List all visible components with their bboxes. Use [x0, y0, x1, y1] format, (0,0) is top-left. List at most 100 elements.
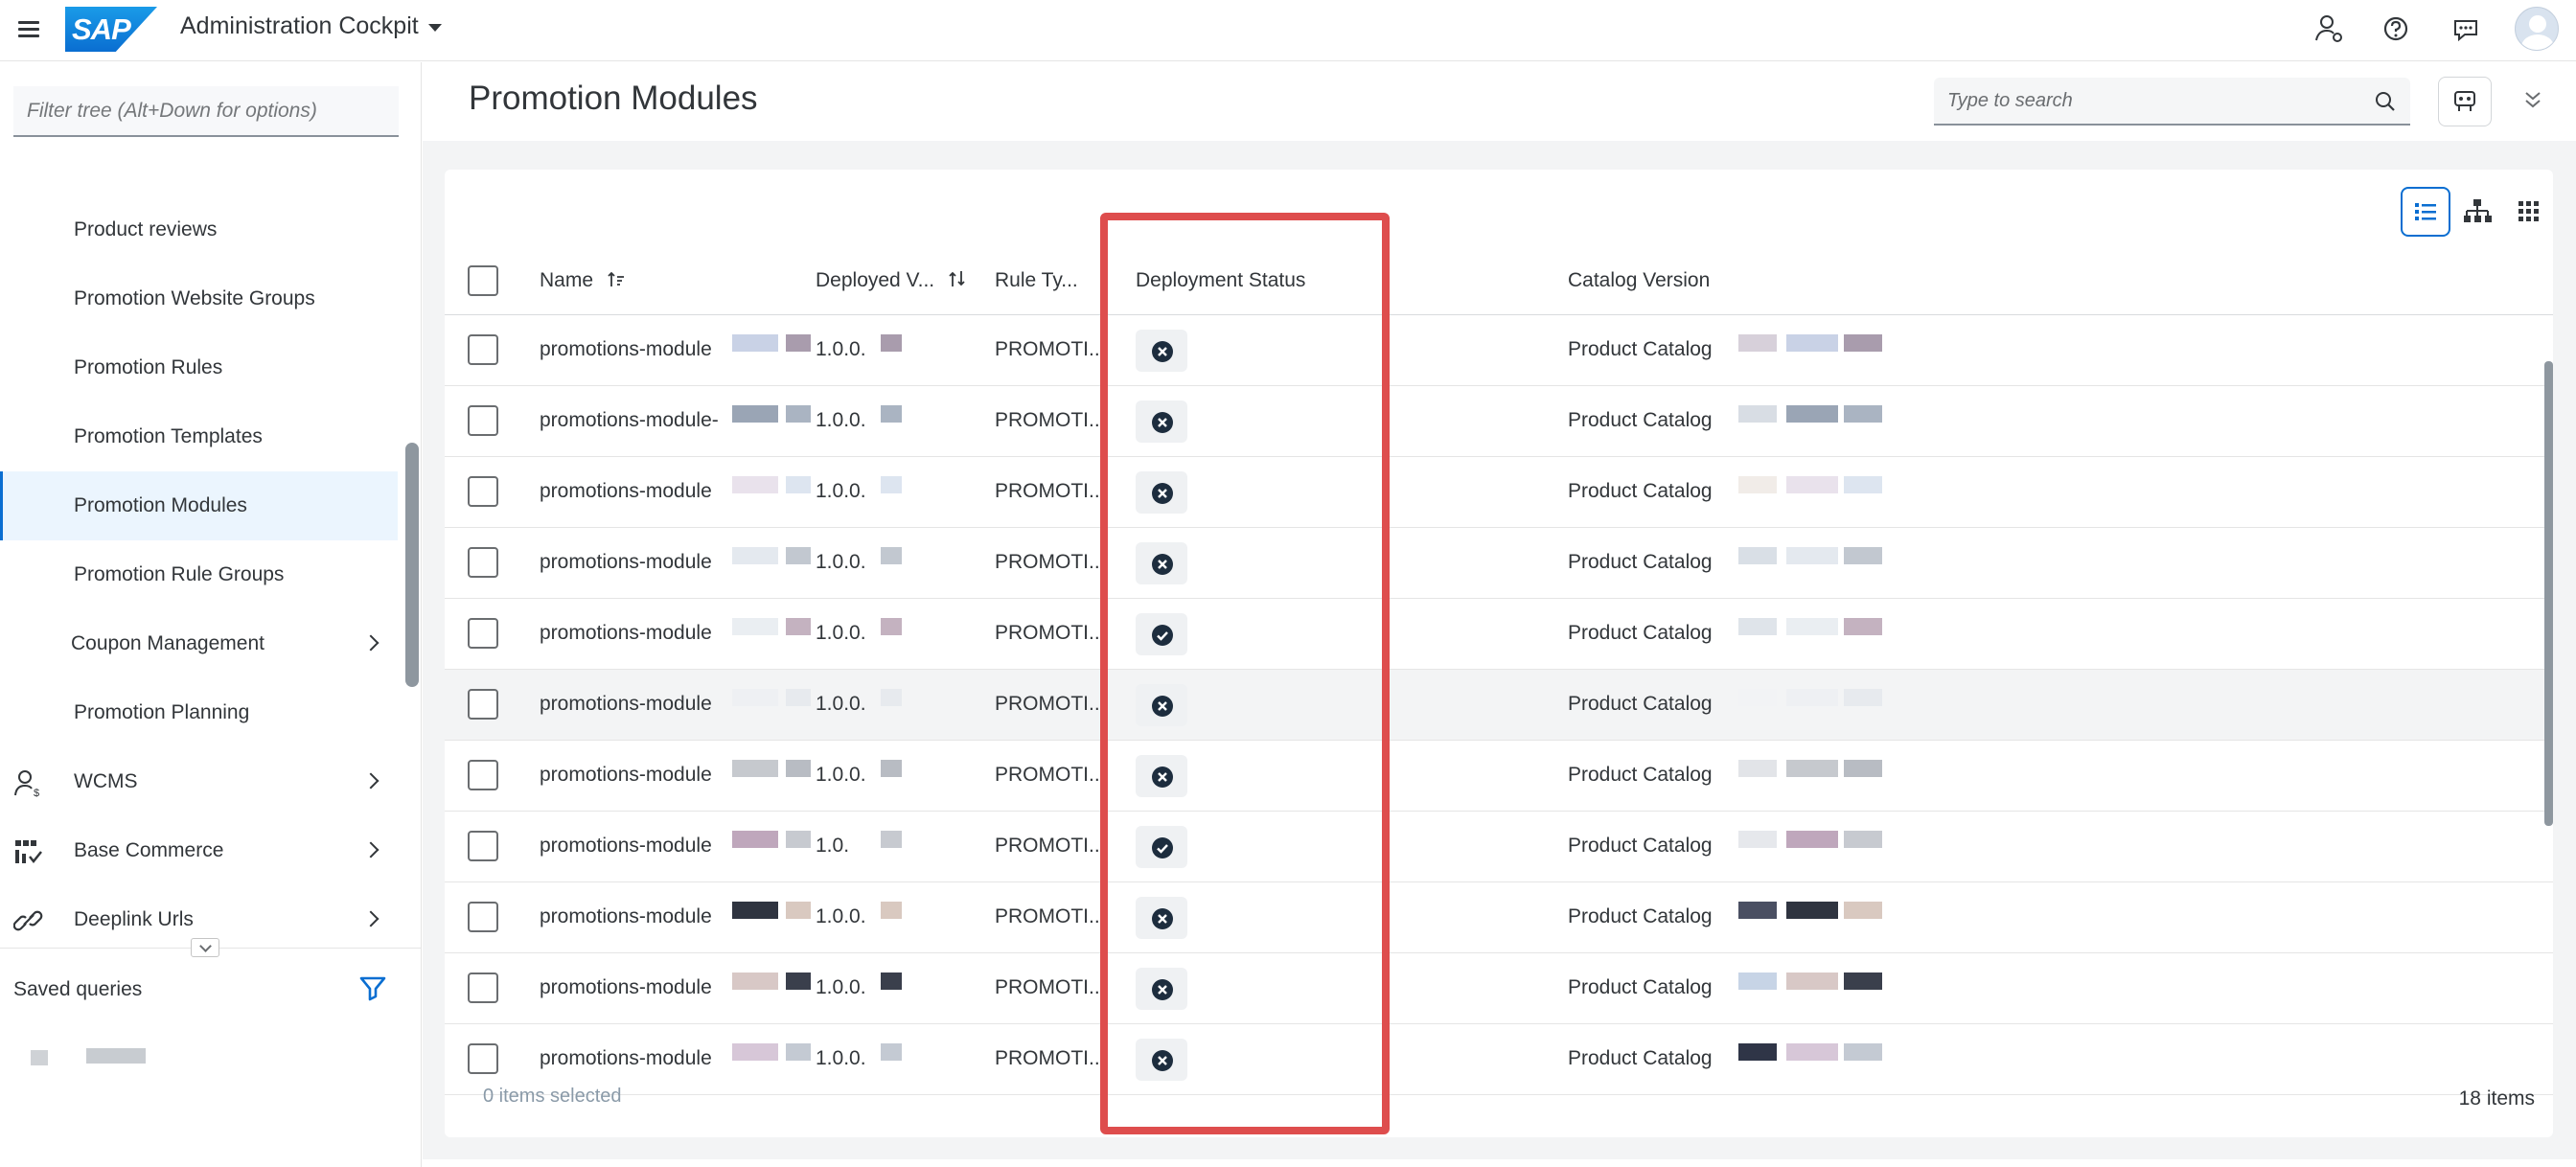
cell-catalog-version: Product Catalog — [1568, 835, 1713, 857]
grid-view-button[interactable] — [2504, 187, 2554, 237]
redacted-text — [1786, 547, 1838, 564]
table-row[interactable]: promotions-module 1.0.0. PROMOTI... Product… — [445, 315, 2553, 386]
row-checkbox[interactable] — [468, 1043, 498, 1074]
row-checkbox[interactable] — [468, 405, 498, 436]
row-checkbox[interactable] — [468, 334, 498, 365]
table-row[interactable]: promotions-module 1.0.0. PROMOTI... Product… — [445, 457, 2553, 528]
row-checkbox[interactable] — [468, 831, 498, 861]
help-icon[interactable] — [2377, 10, 2415, 48]
deployment-status-badge[interactable] — [1136, 330, 1187, 372]
redacted-text — [881, 618, 902, 635]
sort-icon[interactable] — [947, 267, 968, 290]
filter-icon[interactable] — [358, 974, 387, 1001]
tree-item-wcms[interactable]: $ WCMS — [0, 747, 398, 816]
row-checkbox[interactable] — [468, 547, 498, 578]
deployment-status-badge[interactable] — [1136, 1039, 1187, 1081]
cell-deployed-version: 1.0.0. — [816, 409, 866, 431]
cell-deployed-version: 1.0.0. — [816, 622, 866, 644]
tree-item-label: Promotion Templates — [74, 425, 263, 447]
collapse-toggle-button[interactable] — [191, 938, 219, 957]
search-input[interactable] — [1934, 78, 2356, 124]
deployment-status-badge[interactable] — [1136, 613, 1187, 655]
tree-item-promotion-planning[interactable]: Promotion Planning — [0, 678, 398, 747]
tree-item-label: Promotion Rule Groups — [74, 563, 285, 585]
column-header-name[interactable]: Name — [540, 269, 593, 292]
column-header-deployed-version[interactable]: Deployed V... — [816, 269, 934, 292]
table-row[interactable]: promotions-module 1.0. PROMOTI... Product C… — [445, 812, 2553, 882]
table-row[interactable]: promotions-module 1.0.0. PROMOTI... Product… — [445, 741, 2553, 812]
column-header-rule-type[interactable]: Rule Ty... — [995, 269, 1078, 292]
column-header-deployment-status[interactable]: Deployment Status — [1136, 269, 1305, 292]
cell-catalog-version: Product Catalog — [1568, 693, 1713, 715]
chevron-right-icon[interactable] — [362, 634, 380, 652]
table-row[interactable]: promotions-module 1.0.0. PROMOTI... Product… — [445, 670, 2553, 741]
tree-item-base-commerce[interactable]: Base Commerce — [0, 816, 398, 885]
deployment-status-badge[interactable] — [1136, 755, 1187, 797]
table-row[interactable]: promotions-module 1.0.0. PROMOTI... Product… — [445, 528, 2553, 599]
advanced-search-button[interactable] — [2438, 77, 2492, 126]
table-row[interactable]: promotions-module 1.0.0. PROMOTI... Product… — [445, 953, 2553, 1024]
cell-rule-type: PROMOTI... — [995, 409, 1106, 431]
sort-ascending-icon[interactable] — [606, 267, 627, 290]
double-chevron-down-icon[interactable] — [2519, 85, 2546, 114]
redacted-text — [1786, 1043, 1838, 1061]
user-settings-icon[interactable] — [2311, 10, 2349, 48]
redacted-text — [732, 689, 778, 706]
redacted-text — [1844, 972, 1882, 990]
redacted-text — [732, 972, 778, 990]
tree-item-coupon-management[interactable]: Coupon Management — [0, 609, 398, 678]
cell-name: promotions-module — [540, 693, 712, 715]
tree-item-promotion-rule-groups[interactable]: Promotion Rule Groups — [0, 540, 398, 609]
redacted-text — [786, 405, 811, 423]
search-field[interactable] — [1934, 78, 2410, 126]
app-title-menu[interactable]: Administration Cockpit — [180, 12, 442, 40]
row-checkbox[interactable] — [468, 689, 498, 720]
chevron-right-icon[interactable] — [362, 910, 380, 927]
list-view-button[interactable] — [2401, 187, 2450, 237]
menu-icon[interactable] — [16, 16, 41, 41]
row-checkbox[interactable] — [468, 618, 498, 649]
deployment-status-badge[interactable] — [1136, 826, 1187, 868]
deployment-status-badge[interactable] — [1136, 684, 1187, 726]
column-header-catalog-version[interactable]: Catalog Version — [1568, 269, 1710, 292]
row-checkbox[interactable] — [468, 760, 498, 790]
notification-icon[interactable] — [2447, 10, 2485, 48]
row-checkbox[interactable] — [468, 902, 498, 932]
chevron-right-icon[interactable] — [362, 772, 380, 789]
redacted-text — [1786, 618, 1838, 635]
tree-item-promotion-rules[interactable]: Promotion Rules — [0, 333, 398, 402]
nav-scrollbar[interactable] — [405, 443, 419, 687]
select-all-checkbox[interactable] — [468, 265, 498, 296]
deployment-status-badge[interactable] — [1136, 897, 1187, 939]
row-checkbox[interactable] — [468, 972, 498, 1003]
cell-catalog-version: Product Catalog — [1568, 622, 1713, 644]
table-row[interactable]: promotions-module 1.0.0. PROMOTI... Product… — [445, 882, 2553, 953]
filter-tree-input[interactable] — [13, 86, 399, 137]
deployment-status-badge[interactable] — [1136, 471, 1187, 514]
table-scrollbar[interactable] — [2544, 361, 2553, 826]
table-row[interactable]: promotions-module 1.0.0. PROMOTI... Product… — [445, 599, 2553, 670]
error-icon — [1152, 696, 1173, 717]
tree-view-button[interactable] — [2452, 187, 2502, 237]
table-row[interactable]: promotions-module- 1.0.0. PROMOTI... Produc… — [445, 386, 2553, 457]
tree-item-promotion-modules[interactable]: Promotion Modules — [0, 471, 398, 540]
redacted-text — [1738, 902, 1777, 919]
tree-item-promotion-website-groups[interactable]: Promotion Website Groups — [0, 264, 398, 333]
base-commerce-icon — [15, 840, 42, 864]
saved-query-item[interactable] — [86, 1048, 146, 1064]
list-icon — [2415, 203, 2436, 220]
tree-item-promotion-templates[interactable]: Promotion Templates — [0, 402, 398, 471]
deployment-status-badge[interactable] — [1136, 400, 1187, 443]
deployment-status-badge[interactable] — [1136, 968, 1187, 1010]
search-icon[interactable] — [2374, 90, 2397, 113]
cell-rule-type: PROMOTI... — [995, 551, 1106, 573]
deployment-status-badge[interactable] — [1136, 542, 1187, 584]
user-avatar[interactable] — [2515, 7, 2559, 51]
redacted-text — [786, 547, 811, 564]
redacted-text — [1786, 972, 1838, 990]
sap-logo[interactable]: SAP — [65, 7, 157, 52]
tree-item-product-reviews[interactable]: Product reviews — [0, 195, 398, 264]
table-row[interactable]: promotions-module 1.0.0. PROMOTI... Product… — [445, 1024, 2553, 1095]
row-checkbox[interactable] — [468, 476, 498, 507]
chevron-right-icon[interactable] — [362, 841, 380, 858]
